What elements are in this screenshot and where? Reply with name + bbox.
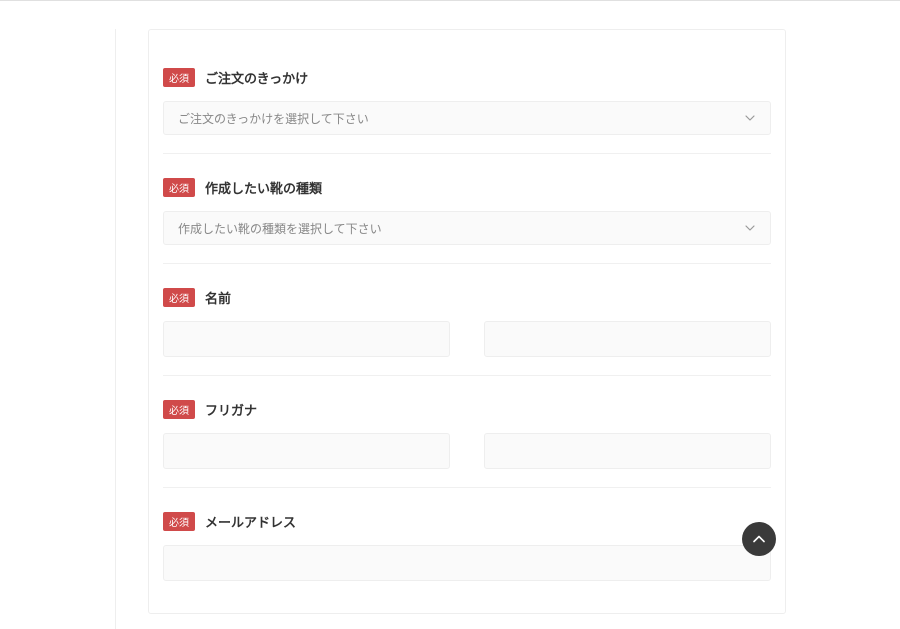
field-email: 必須 メールアドレス xyxy=(163,512,771,599)
input-first-name[interactable] xyxy=(484,321,771,357)
required-badge: 必須 xyxy=(163,512,195,531)
chevron-down-icon xyxy=(744,222,756,234)
field-label-order-reason: ご注文のきっかけ xyxy=(205,68,308,87)
input-last-name-kana[interactable] xyxy=(163,433,450,469)
field-furigana: 必須 フリガナ xyxy=(163,400,771,488)
field-name: 必須 名前 xyxy=(163,288,771,376)
field-shoe-type: 必須 作成したい靴の種類 作成したい靴の種類を選択して下さい xyxy=(163,178,771,264)
required-badge: 必須 xyxy=(163,68,195,87)
select-placeholder: 作成したい靴の種類を選択して下さい xyxy=(178,220,744,237)
input-email[interactable] xyxy=(163,545,771,581)
input-first-name-kana[interactable] xyxy=(484,433,771,469)
select-shoe-type[interactable]: 作成したい靴の種類を選択して下さい xyxy=(163,211,771,245)
field-label-furigana: フリガナ xyxy=(205,400,257,419)
required-badge: 必須 xyxy=(163,400,195,419)
field-label-email: メールアドレス xyxy=(205,512,296,531)
field-label-shoe-type: 作成したい靴の種類 xyxy=(205,178,322,197)
label-row: 必須 メールアドレス xyxy=(163,512,771,531)
field-label-name: 名前 xyxy=(205,288,231,307)
label-row: 必須 名前 xyxy=(163,288,771,307)
input-last-name[interactable] xyxy=(163,321,450,357)
required-badge: 必須 xyxy=(163,178,195,197)
order-form-card: 必須 ご注文のきっかけ ご注文のきっかけを選択して下さい 必須 作成したい靴の種… xyxy=(148,29,786,614)
scroll-to-top-button[interactable] xyxy=(742,522,776,556)
label-row: 必須 作成したい靴の種類 xyxy=(163,178,771,197)
label-row: 必須 フリガナ xyxy=(163,400,771,419)
label-row: 必須 ご注文のきっかけ xyxy=(163,68,771,87)
required-badge: 必須 xyxy=(163,288,195,307)
field-order-reason: 必須 ご注文のきっかけ ご注文のきっかけを選択して下さい xyxy=(163,68,771,154)
chevron-down-icon xyxy=(744,112,756,124)
top-divider xyxy=(0,0,900,1)
select-placeholder: ご注文のきっかけを選択して下さい xyxy=(178,110,744,127)
left-rule xyxy=(115,29,116,629)
select-order-reason[interactable]: ご注文のきっかけを選択して下さい xyxy=(163,101,771,135)
